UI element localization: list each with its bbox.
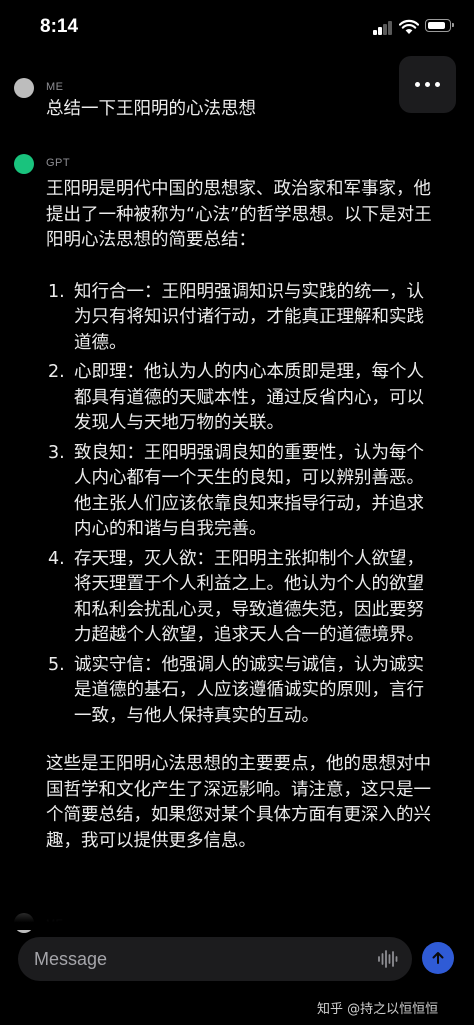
- status-time: 8:14: [40, 16, 79, 37]
- assistant-message: 王阳明是明代中国的思想家、政治家和军事家，他提出了一种被称为“心法”的哲学思想。…: [46, 177, 438, 854]
- composer-bar: [18, 937, 412, 981]
- summary-list: 1. 知行合一：王阳明强调知识与实践的统一，认为只有将知识付诸行动，才能真正理解和…: [46, 280, 438, 730]
- battery-icon: [425, 19, 454, 32]
- assistant-outro: 这些是王阳明心法思想的主要要点，他的思想对中国哲学和文化产生了深远影响。请注意，…: [46, 754, 431, 851]
- user-message-text: 总结一下王阳明的心法思想: [46, 99, 256, 119]
- arrow-up-icon: [432, 952, 444, 964]
- list-item: 2. 心即理：他认为人的内心本质即是理，每个人都具有道德的天赋本性，通过反省内心，…: [48, 362, 424, 433]
- more-horizontal-icon: [415, 82, 420, 87]
- list-item: 5. 诚实守信：他强调人的诚实与诚信，认为诚实是道德的基石，人应该遵循诚实的原则，…: [48, 654, 424, 726]
- list-item: 3. 致良知：王阳明强调良知的重要性，认为每个人内心都有一个天生的良知，可以辨别善…: [48, 442, 424, 540]
- scroll-fade: [0, 880, 474, 930]
- more-options-button[interactable]: [399, 56, 456, 113]
- watermark: 知乎 @持之以恒恒恒: [317, 1002, 439, 1017]
- user-avatar: [14, 78, 34, 98]
- assistant-intro: 王阳明是明代中国的思想家、政治家和军事家，他提出了一种被称为“心法”的哲学思想。…: [46, 179, 432, 250]
- list-item: 4. 存天理，灭人欲：王阳明主张抑制个人欲望，将天理置于个人利益之上。他认为个人的…: [48, 548, 424, 646]
- message-input[interactable]: [34, 937, 364, 981]
- list-item: 1. 知行合一：王阳明强调知识与实践的统一，认为只有将知识付诸行动，才能真正理解和…: [48, 281, 424, 353]
- cellular-signal-icon: [373, 21, 393, 35]
- send-button[interactable]: [422, 942, 454, 974]
- status-bar: 8:14: [0, 0, 474, 58]
- assistant-avatar: [14, 154, 34, 174]
- sender-label: GPT: [46, 157, 71, 169]
- sender-label: ME: [46, 81, 64, 93]
- wifi-icon: [399, 19, 419, 34]
- voice-waveform-icon[interactable]: [377, 949, 399, 969]
